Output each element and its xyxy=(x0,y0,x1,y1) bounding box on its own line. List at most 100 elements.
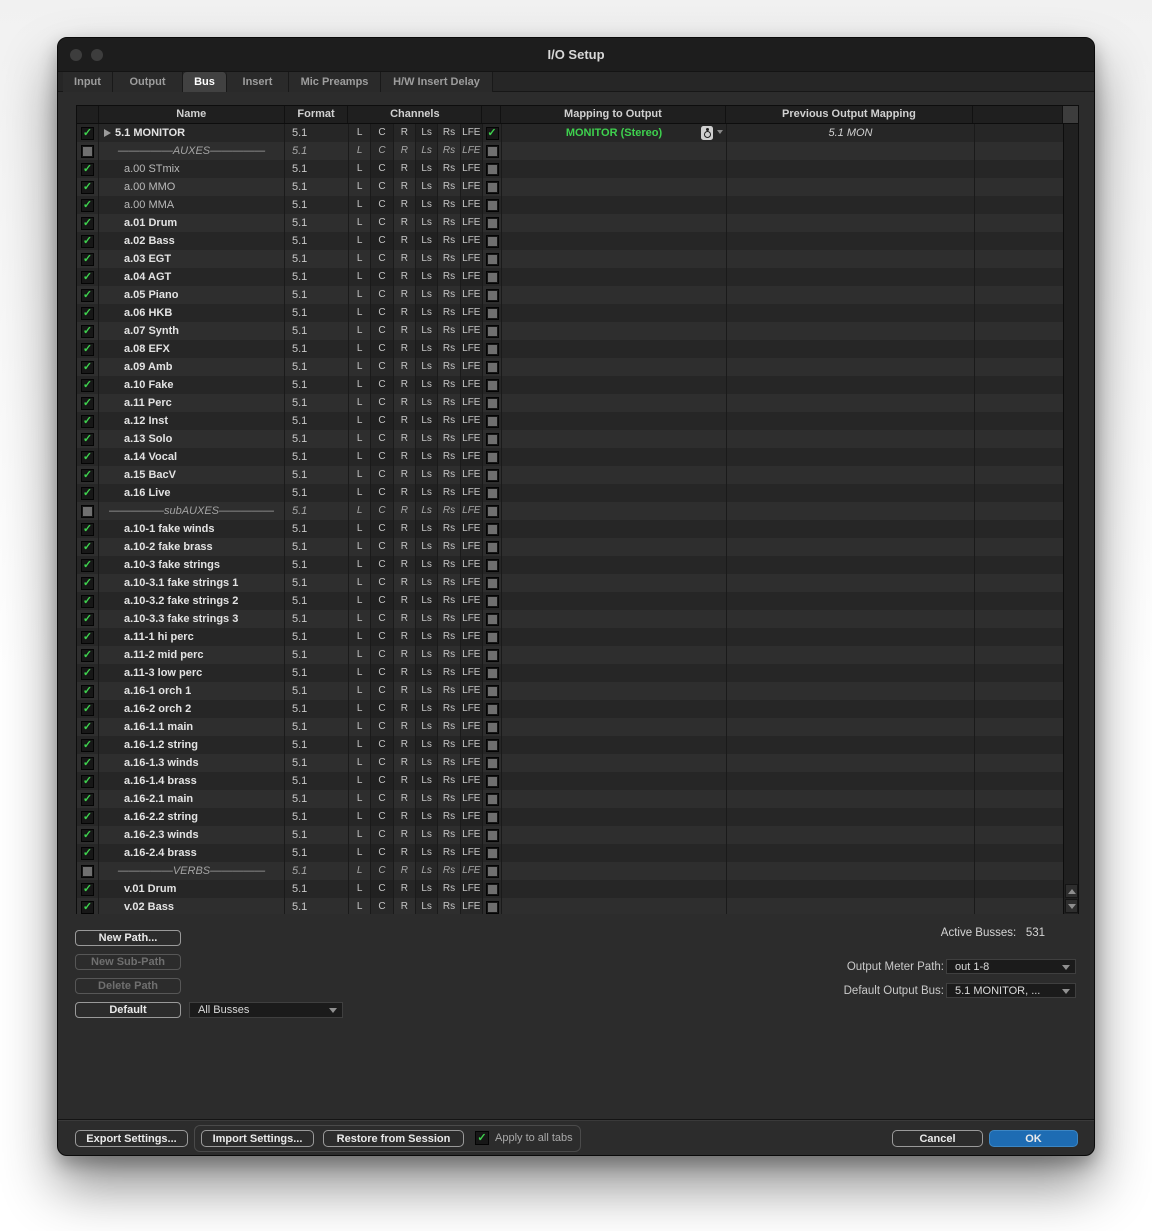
channel-rs[interactable]: Rs xyxy=(438,142,461,160)
channel-ls[interactable]: Ls xyxy=(416,862,439,880)
path-active-checkbox[interactable]: ✓ xyxy=(81,684,94,698)
channel-ls[interactable]: Ls xyxy=(416,448,439,466)
channel-rs[interactable]: Rs xyxy=(438,340,461,358)
channel-l[interactable]: L xyxy=(349,772,372,790)
channel-r[interactable]: R xyxy=(394,178,416,196)
mapping-cell[interactable] xyxy=(502,232,727,250)
channel-l[interactable]: L xyxy=(349,736,372,754)
channel-l[interactable]: L xyxy=(349,448,372,466)
path-format-cell[interactable]: 5.1 xyxy=(285,214,349,232)
channel-l[interactable]: L xyxy=(349,322,372,340)
mapping-cell[interactable] xyxy=(502,718,727,736)
channel-lfe[interactable]: LFE xyxy=(460,898,482,914)
mapping-enable-checkbox[interactable] xyxy=(485,702,499,716)
channel-l[interactable]: L xyxy=(349,160,372,178)
channel-l[interactable]: L xyxy=(349,556,372,574)
mapping-enable-checkbox[interactable] xyxy=(485,162,499,176)
path-format-cell[interactable]: 5.1 xyxy=(285,736,349,754)
channel-lfe[interactable]: LFE xyxy=(460,736,482,754)
path-active-checkbox[interactable]: ✓ xyxy=(81,666,94,680)
mapping-enable-checkbox[interactable] xyxy=(485,432,499,446)
channel-l[interactable]: L xyxy=(349,304,372,322)
path-name-cell[interactable]: a.16-2.2 string xyxy=(99,808,285,826)
mapping-cell[interactable] xyxy=(502,214,727,232)
mapping-cell[interactable] xyxy=(502,484,727,502)
channel-rs[interactable]: Rs xyxy=(438,610,461,628)
path-active-checkbox[interactable]: ✓ xyxy=(81,234,94,248)
table-row-divider[interactable]: —————subAUXES————— 5.1 L C R Ls Rs LFE xyxy=(77,502,1078,520)
channel-r[interactable]: R xyxy=(394,610,416,628)
path-name-cell[interactable]: —————VERBS————— xyxy=(99,862,285,880)
channel-c[interactable]: C xyxy=(371,700,394,718)
export-settings-button[interactable]: Export Settings... xyxy=(75,1130,188,1147)
channel-rs[interactable]: Rs xyxy=(438,754,461,772)
channel-rs[interactable]: Rs xyxy=(438,250,461,268)
channel-r[interactable]: R xyxy=(394,502,416,520)
path-active-checkbox[interactable]: ✓ xyxy=(81,810,94,824)
channel-lfe[interactable]: LFE xyxy=(460,286,482,304)
table-row[interactable]: ✓ a.14 Vocal 5.1 L C R Ls Rs LFE xyxy=(77,448,1078,466)
channel-l[interactable]: L xyxy=(349,484,372,502)
path-name-cell[interactable]: a.07 Synth xyxy=(99,322,285,340)
mapping-cell[interactable] xyxy=(502,376,727,394)
mapping-cell[interactable] xyxy=(502,700,727,718)
path-active-checkbox[interactable]: ✓ xyxy=(81,306,94,320)
mapping-enable-checkbox[interactable] xyxy=(485,612,499,626)
channel-l[interactable]: L xyxy=(349,664,372,682)
path-active-checkbox[interactable]: ✓ xyxy=(81,720,94,734)
channel-ls[interactable]: Ls xyxy=(416,556,439,574)
channel-l[interactable]: L xyxy=(349,124,372,142)
channel-c[interactable]: C xyxy=(371,538,394,556)
path-active-checkbox[interactable]: ✓ xyxy=(81,360,94,374)
channel-rs[interactable]: Rs xyxy=(438,628,461,646)
channel-ls[interactable]: Ls xyxy=(416,628,439,646)
mapping-cell[interactable] xyxy=(502,466,727,484)
channel-rs[interactable]: Rs xyxy=(438,826,461,844)
mapping-enable-checkbox[interactable] xyxy=(485,846,499,860)
channel-r[interactable]: R xyxy=(394,700,416,718)
new-path-button[interactable]: New Path... xyxy=(75,930,181,946)
table-row[interactable]: ✓ a.16-1 orch 1 5.1 L C R Ls Rs LFE xyxy=(77,682,1078,700)
channel-r[interactable]: R xyxy=(394,322,416,340)
mapping-cell[interactable] xyxy=(502,772,727,790)
table-row[interactable]: ✓ a.10-2 fake brass 5.1 L C R Ls Rs LFE xyxy=(77,538,1078,556)
channel-l[interactable]: L xyxy=(349,142,372,160)
path-format-cell[interactable]: 5.1 xyxy=(285,160,349,178)
channel-ls[interactable]: Ls xyxy=(416,880,439,898)
path-active-checkbox[interactable]: ✓ xyxy=(81,630,94,644)
path-name-cell[interactable]: a.15 BacV xyxy=(99,466,285,484)
channel-r[interactable]: R xyxy=(394,340,416,358)
path-format-cell[interactable]: 5.1 xyxy=(285,628,349,646)
path-active-checkbox[interactable]: ✓ xyxy=(81,594,94,608)
channel-c[interactable]: C xyxy=(371,304,394,322)
path-name-cell[interactable]: a.16-1 orch 1 xyxy=(99,682,285,700)
path-name-cell[interactable]: a.12 Inst xyxy=(99,412,285,430)
channel-lfe[interactable]: LFE xyxy=(460,556,482,574)
channel-c[interactable]: C xyxy=(371,502,394,520)
channel-l[interactable]: L xyxy=(349,718,372,736)
channel-rs[interactable]: Rs xyxy=(438,196,461,214)
channel-ls[interactable]: Ls xyxy=(416,340,439,358)
channel-ls[interactable]: Ls xyxy=(416,232,439,250)
channel-ls[interactable]: Ls xyxy=(416,250,439,268)
mapping-cell[interactable] xyxy=(502,844,727,862)
channel-c[interactable]: C xyxy=(371,574,394,592)
mapping-cell[interactable] xyxy=(502,160,727,178)
channel-l[interactable]: L xyxy=(349,898,372,914)
channel-ls[interactable]: Ls xyxy=(416,790,439,808)
channel-lfe[interactable]: LFE xyxy=(460,646,482,664)
channel-c[interactable]: C xyxy=(371,268,394,286)
channel-c[interactable]: C xyxy=(371,178,394,196)
channel-l[interactable]: L xyxy=(349,610,372,628)
path-name-cell[interactable]: a.08 EFX xyxy=(99,340,285,358)
path-name-cell[interactable]: a.16-2 orch 2 xyxy=(99,700,285,718)
channel-lfe[interactable]: LFE xyxy=(460,196,482,214)
channel-ls[interactable]: Ls xyxy=(416,322,439,340)
channel-rs[interactable]: Rs xyxy=(438,520,461,538)
channel-r[interactable]: R xyxy=(394,232,416,250)
mapping-cell[interactable] xyxy=(502,502,727,520)
channel-lfe[interactable]: LFE xyxy=(460,844,482,862)
path-format-cell[interactable]: 5.1 xyxy=(285,772,349,790)
channel-c[interactable]: C xyxy=(371,736,394,754)
path-name-cell[interactable]: a.16-1.1 main xyxy=(99,718,285,736)
